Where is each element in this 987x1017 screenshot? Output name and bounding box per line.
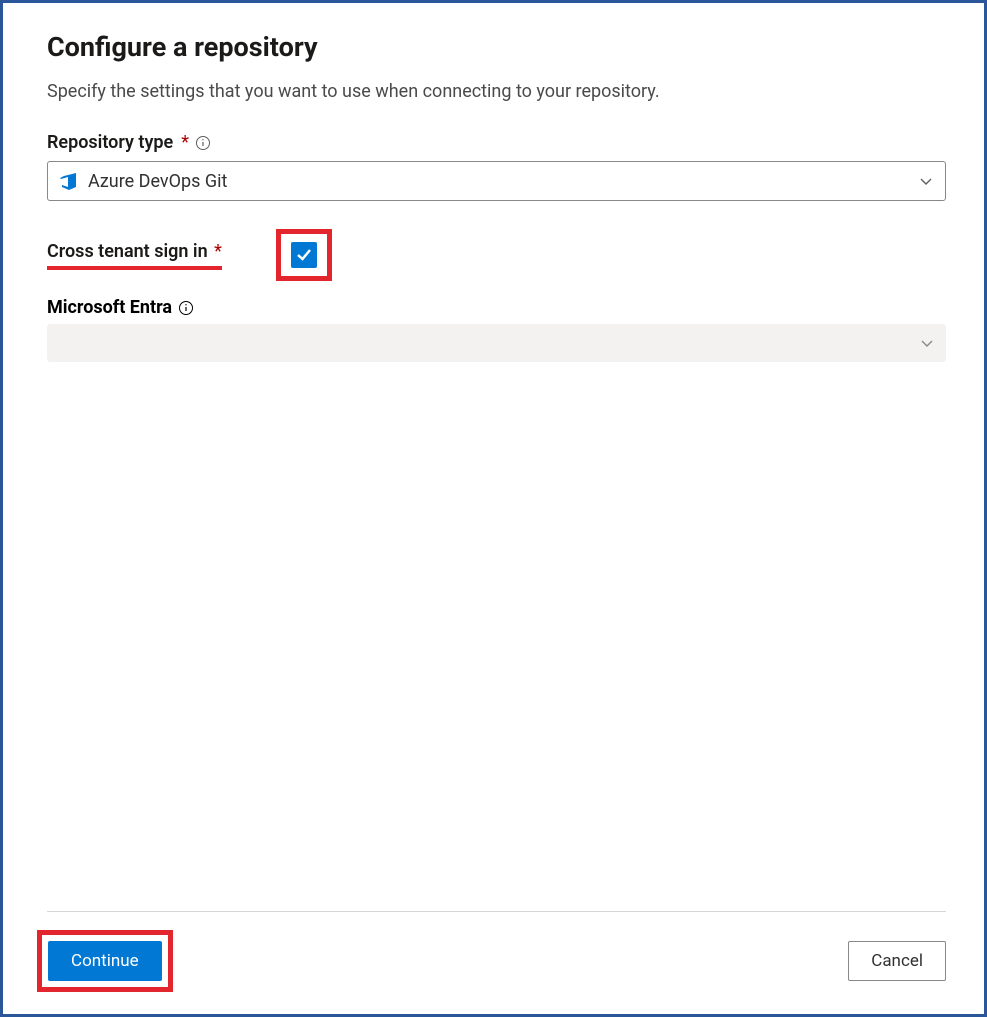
azure-devops-icon bbox=[58, 171, 78, 191]
chevron-down-icon bbox=[920, 336, 934, 350]
dialog-frame: Configure a repository Specify the setti… bbox=[0, 0, 987, 1017]
info-icon[interactable] bbox=[178, 300, 194, 316]
page-title: Configure a repository bbox=[47, 31, 946, 63]
entra-label: Microsoft Entra bbox=[47, 297, 946, 318]
cross-tenant-label-highlight: Cross tenant sign in * bbox=[47, 241, 222, 270]
chevron-down-icon bbox=[919, 174, 933, 188]
repo-type-label-text: Repository type bbox=[47, 132, 173, 153]
repo-type-dropdown[interactable]: Azure DevOps Git bbox=[47, 161, 946, 201]
content-area: Configure a repository Specify the setti… bbox=[47, 31, 946, 911]
info-icon[interactable] bbox=[195, 135, 211, 151]
cross-tenant-label-text: Cross tenant sign in bbox=[47, 241, 208, 262]
cross-tenant-checkbox[interactable] bbox=[291, 242, 317, 268]
required-marker: * bbox=[214, 241, 222, 262]
continue-button-highlight: Continue bbox=[37, 930, 173, 992]
repo-type-value: Azure DevOps Git bbox=[88, 171, 227, 192]
continue-button[interactable]: Continue bbox=[48, 941, 162, 981]
dialog-footer: Continue Cancel bbox=[47, 911, 946, 1014]
entra-dropdown[interactable] bbox=[47, 324, 946, 362]
repo-type-label: Repository type * bbox=[47, 132, 946, 153]
cross-tenant-checkbox-highlight bbox=[276, 229, 332, 281]
entra-label-text: Microsoft Entra bbox=[47, 297, 172, 318]
page-subtitle: Specify the settings that you want to us… bbox=[47, 81, 946, 102]
cancel-button[interactable]: Cancel bbox=[848, 941, 946, 981]
cross-tenant-label: Cross tenant sign in * bbox=[47, 241, 222, 262]
cross-tenant-row: Cross tenant sign in * bbox=[47, 229, 946, 281]
required-marker: * bbox=[181, 132, 189, 153]
